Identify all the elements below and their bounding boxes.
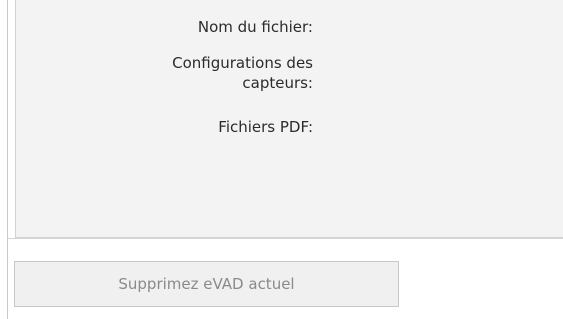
sensor-config-label-line1: Configurations des xyxy=(172,54,313,72)
sensor-config-label: Configurations des capteurs: xyxy=(93,53,313,93)
delete-current-evad-button[interactable]: Supprimez eVAD actuel xyxy=(14,261,399,307)
sensor-config-label-line2: capteurs: xyxy=(242,74,313,92)
pdf-files-label: Fichiers PDF: xyxy=(218,118,313,136)
filename-label: Nom du fichier: xyxy=(197,18,313,36)
evad-details-window: Nom du fichier: Configurations des capte… xyxy=(0,0,563,319)
